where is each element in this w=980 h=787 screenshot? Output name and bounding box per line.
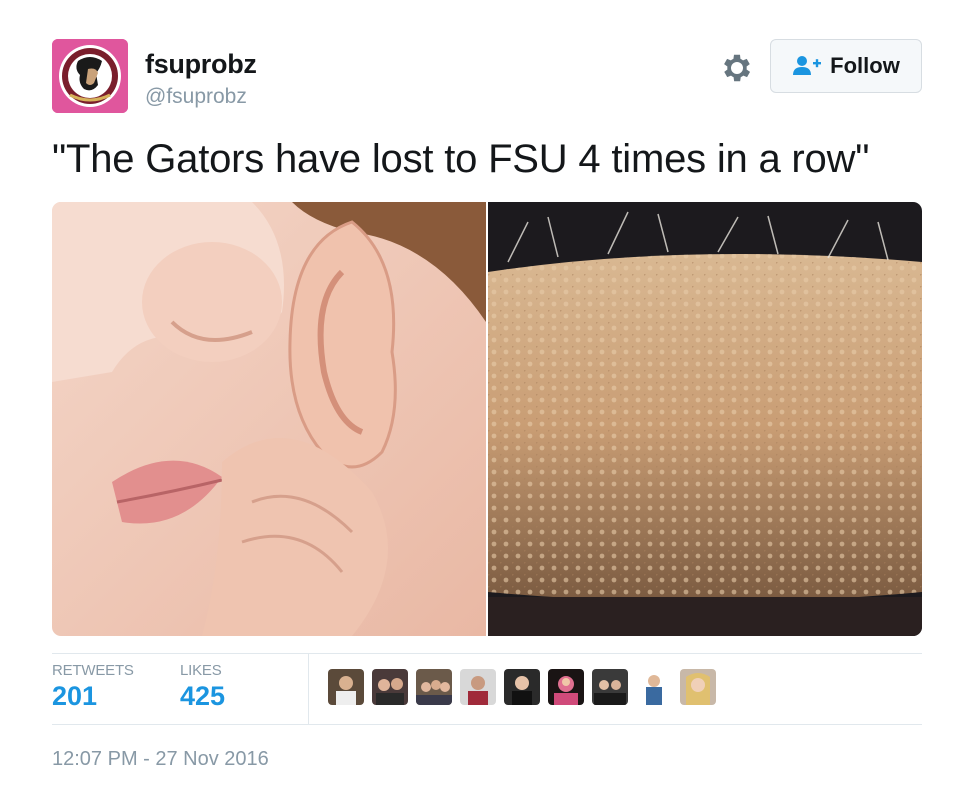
likes-count: 425 [180, 681, 226, 711]
display-name[interactable]: fsuprobz [145, 49, 257, 80]
user-handle[interactable]: @fsuprobz [145, 85, 247, 109]
gear-icon[interactable] [719, 50, 755, 86]
liker-avatar[interactable] [328, 669, 364, 705]
fsu-logo-icon [52, 39, 128, 113]
timestamp[interactable]: 12:07 PM - 27 Nov 2016 [52, 748, 269, 771]
liker-avatar[interactable] [372, 669, 408, 705]
tweet-text: "The Gators have lost to FSU 4 times in … [52, 137, 870, 181]
follow-button-label: Follow [830, 53, 900, 78]
stats-vertical-divider [308, 653, 309, 724]
stats-divider-bottom [52, 724, 922, 725]
likes-stat[interactable]: LIKES 425 [180, 662, 225, 712]
liker-avatar[interactable] [460, 669, 496, 705]
liker-avatar[interactable] [636, 669, 672, 705]
goosebumps-arm-photo[interactable] [488, 202, 922, 636]
liker-avatar[interactable] [548, 669, 584, 705]
liker-avatar[interactable] [504, 669, 540, 705]
stats-divider-top [52, 653, 922, 654]
follow-button[interactable]: Follow [770, 39, 922, 93]
retweets-stat[interactable]: RETWEETS 201 [52, 662, 134, 712]
liked-by-avatars [328, 669, 716, 705]
likes-label: LIKES [180, 662, 222, 679]
liker-avatar[interactable] [680, 669, 716, 705]
liker-avatar[interactable] [416, 669, 452, 705]
whisper-ear-photo[interactable] [52, 202, 486, 636]
avatar[interactable] [52, 39, 128, 113]
tweet-media[interactable] [52, 202, 922, 636]
retweets-count: 201 [52, 681, 98, 711]
retweets-label: RETWEETS [52, 662, 134, 679]
liker-avatar[interactable] [592, 669, 628, 705]
add-user-icon [793, 56, 822, 75]
